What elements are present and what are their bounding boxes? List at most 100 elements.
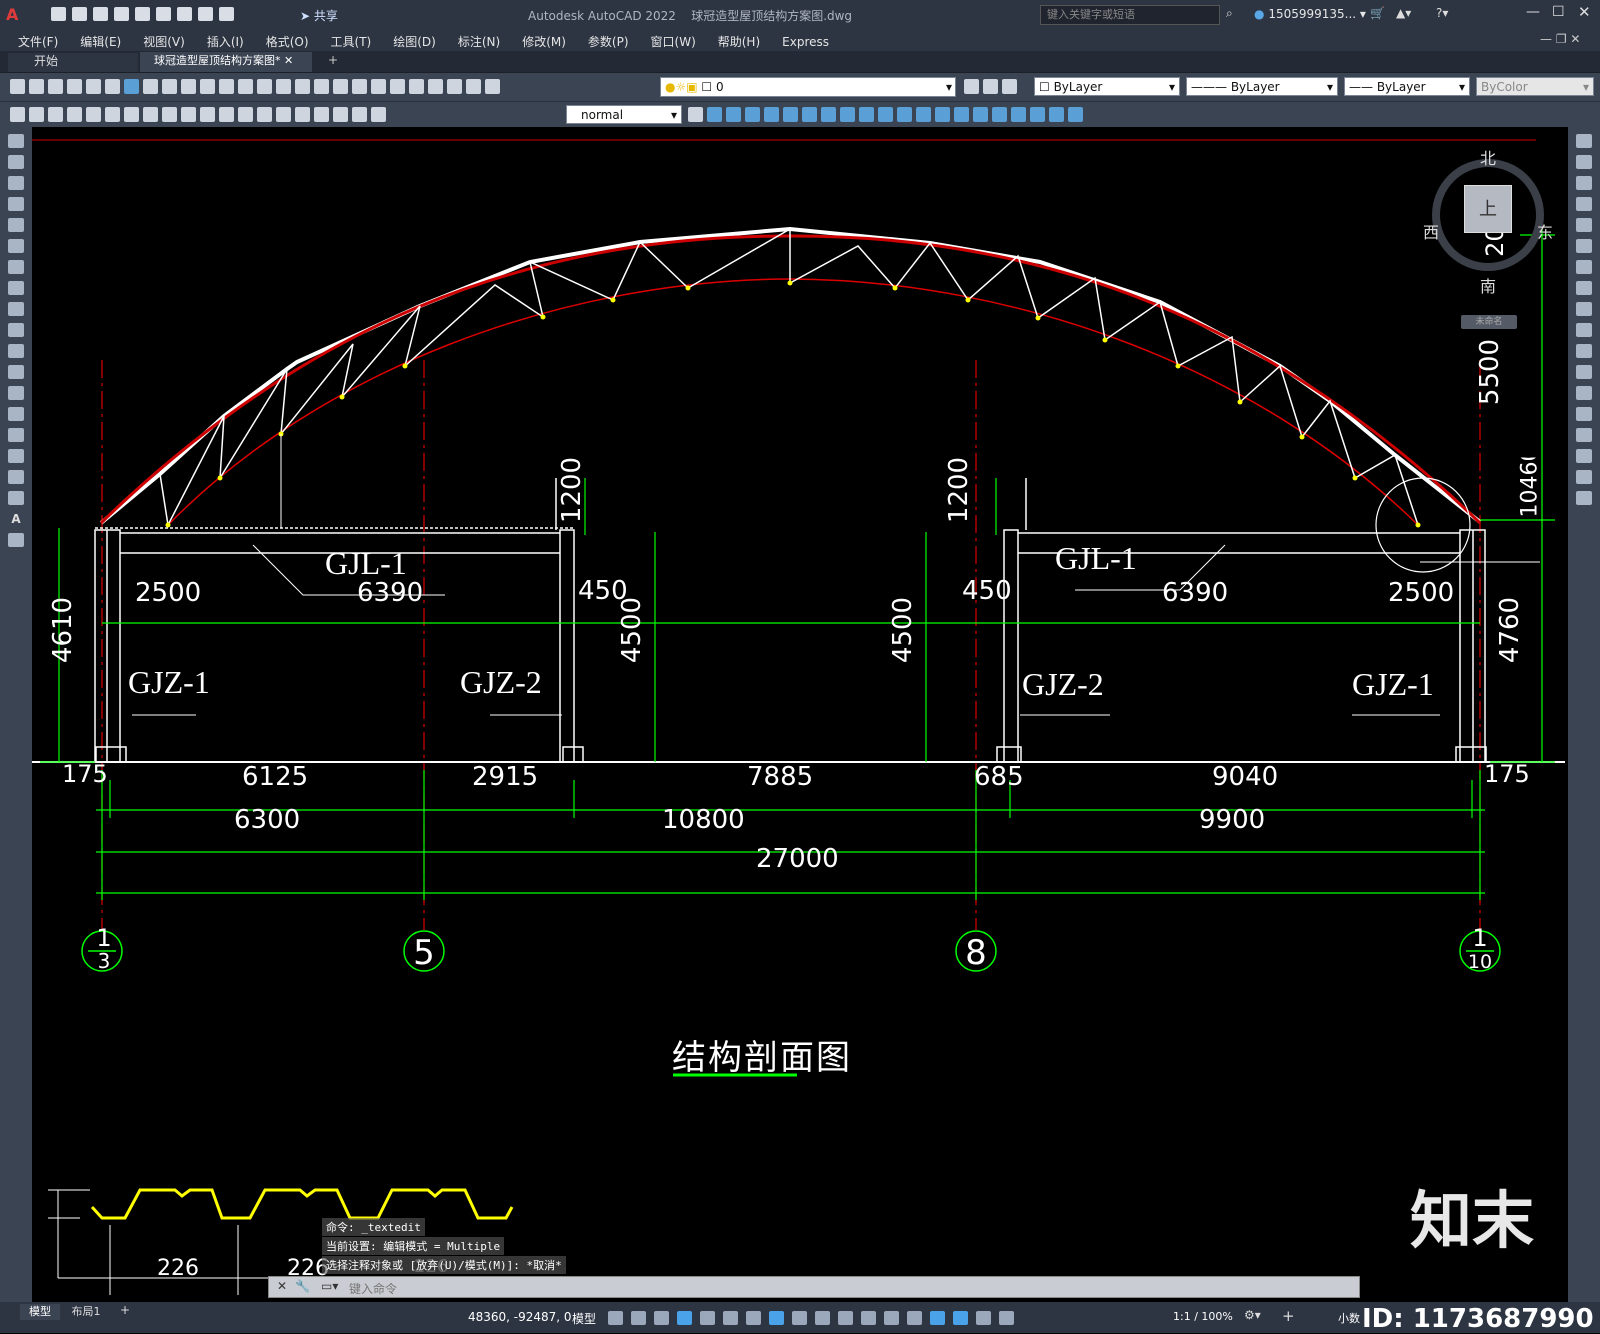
viewcube[interactable]: 上 北 南 西 东 未命名 bbox=[1423, 149, 1553, 329]
extend-icon[interactable] bbox=[1576, 344, 1592, 358]
menu-express[interactable]: Express bbox=[782, 35, 829, 49]
revolve-icon[interactable] bbox=[802, 107, 817, 122]
dim-jogged-icon[interactable] bbox=[105, 107, 120, 122]
render-icon[interactable] bbox=[954, 107, 969, 122]
break-icon[interactable] bbox=[1576, 386, 1592, 400]
redo-icon[interactable] bbox=[257, 79, 272, 94]
new-icon[interactable] bbox=[51, 7, 66, 21]
menu-edit[interactable]: 编辑(E) bbox=[80, 33, 121, 50]
auto-scale-icon[interactable] bbox=[976, 1310, 991, 1325]
doc-window-controls[interactable]: — ❐ ✕ bbox=[1540, 32, 1580, 46]
compass-north[interactable]: 北 bbox=[1480, 145, 1496, 169]
dim-style-icon[interactable] bbox=[688, 107, 703, 122]
compass-west[interactable]: 西 bbox=[1423, 219, 1439, 243]
fillet-icon[interactable] bbox=[1576, 449, 1592, 463]
inspect-icon[interactable] bbox=[295, 107, 310, 122]
menu-draw[interactable]: 绘图(D) bbox=[393, 33, 436, 50]
plotstyle-dropdown[interactable]: ByColor ▾ bbox=[1476, 77, 1594, 96]
3d-osnap-icon[interactable] bbox=[861, 1310, 876, 1325]
publish-icon[interactable] bbox=[156, 7, 171, 21]
solid-subtract-icon[interactable] bbox=[745, 107, 760, 122]
maximize-icon[interactable]: ☐ bbox=[1552, 4, 1565, 20]
drawing-canvas[interactable]: GJL-1 GJL-1 GJZ-1 GJZ-2 GJZ-2 GJZ-1 2500… bbox=[32, 130, 1568, 1302]
search-icon[interactable]: ⌕ bbox=[1226, 6, 1233, 21]
menu-format[interactable]: 格式(O) bbox=[266, 33, 309, 50]
orbit-icon[interactable] bbox=[1068, 107, 1083, 122]
autocad-logo-icon[interactable]: A bbox=[6, 5, 28, 25]
sweep-icon[interactable] bbox=[821, 107, 836, 122]
visual-style-icon[interactable] bbox=[935, 107, 950, 122]
move-icon[interactable] bbox=[1576, 239, 1592, 253]
walk-icon[interactable] bbox=[1030, 107, 1045, 122]
customize-icon[interactable]: 🔧 bbox=[295, 1279, 310, 1293]
compass-east[interactable]: 东 bbox=[1537, 219, 1553, 243]
cart-icon[interactable]: 🛒 bbox=[1370, 6, 1385, 20]
menu-modify[interactable]: 修改(M) bbox=[522, 33, 566, 50]
layer-dropdown[interactable]: ●☼▣ ☐ 0 ▾ bbox=[660, 77, 956, 97]
revcloud-icon[interactable] bbox=[8, 281, 24, 295]
isodraft-icon[interactable] bbox=[723, 1310, 738, 1325]
shell-icon[interactable] bbox=[916, 107, 931, 122]
region-icon[interactable] bbox=[8, 470, 24, 484]
tab-active-drawing[interactable]: 球冠造型屋顶结构方案图* ✕ bbox=[140, 52, 312, 72]
solid-intersect-icon[interactable] bbox=[764, 107, 779, 122]
materials-icon[interactable] bbox=[973, 107, 988, 122]
help-icon[interactable]: ?▾ bbox=[1436, 6, 1448, 20]
dim-baseline-icon[interactable] bbox=[181, 107, 196, 122]
slice-icon[interactable] bbox=[878, 107, 893, 122]
dim-update-icon[interactable] bbox=[371, 107, 386, 122]
lineweight-icon[interactable] bbox=[792, 1310, 807, 1325]
add-layout-button[interactable]: + bbox=[120, 1303, 130, 1317]
menu-window[interactable]: 窗口(W) bbox=[651, 33, 696, 50]
dim-arc-icon[interactable] bbox=[48, 107, 63, 122]
coordinates-readout[interactable]: 48360, -92487, 0 bbox=[468, 1310, 572, 1324]
annotation-monitor-icon[interactable]: + bbox=[1282, 1307, 1295, 1325]
zoom-previous-icon[interactable] bbox=[333, 79, 348, 94]
pan-icon[interactable] bbox=[276, 79, 291, 94]
polar-icon[interactable] bbox=[700, 1310, 715, 1325]
polygon-icon[interactable] bbox=[8, 197, 24, 211]
layer-state-icon[interactable] bbox=[1002, 79, 1017, 94]
redo-icon[interactable] bbox=[219, 7, 234, 21]
jogged-linear-icon[interactable] bbox=[314, 107, 329, 122]
infer-icon[interactable] bbox=[654, 1310, 669, 1325]
save-icon[interactable] bbox=[48, 79, 63, 94]
chamfer-icon[interactable] bbox=[1576, 428, 1592, 442]
extrude-icon[interactable] bbox=[783, 107, 798, 122]
block-editor-icon[interactable] bbox=[219, 79, 234, 94]
menu-insert[interactable]: 插入(I) bbox=[207, 33, 244, 50]
close-tab-icon[interactable]: ✕ bbox=[284, 54, 293, 67]
dim-text-edit-icon[interactable] bbox=[352, 107, 367, 122]
save-icon[interactable] bbox=[93, 7, 108, 21]
ellipse-arc-icon[interactable] bbox=[8, 344, 24, 358]
dim-break-icon[interactable] bbox=[238, 107, 253, 122]
mirror-icon[interactable] bbox=[1576, 176, 1592, 190]
section-icon[interactable] bbox=[897, 107, 912, 122]
saveas-icon[interactable] bbox=[114, 7, 129, 21]
dim-radius-icon[interactable] bbox=[86, 107, 101, 122]
construction-line-icon[interactable] bbox=[8, 155, 24, 169]
table-icon[interactable] bbox=[8, 491, 24, 505]
stretch-icon[interactable] bbox=[1576, 302, 1592, 316]
3d-dwf-icon[interactable] bbox=[124, 79, 139, 94]
menu-help[interactable]: 帮助(H) bbox=[718, 33, 760, 50]
tab-model[interactable]: 模型 bbox=[20, 1304, 60, 1320]
undo-icon[interactable] bbox=[238, 79, 253, 94]
command-line[interactable]: ✕ 🔧 ▭▾ 键入命令 bbox=[268, 1276, 1360, 1298]
plot-icon[interactable] bbox=[67, 79, 82, 94]
erase-icon[interactable] bbox=[1576, 134, 1592, 148]
copy-object-icon[interactable] bbox=[1576, 155, 1592, 169]
units-button[interactable]: 小数 bbox=[1338, 1310, 1360, 1326]
hatch-icon[interactable] bbox=[8, 428, 24, 442]
cut-icon[interactable] bbox=[143, 79, 158, 94]
plot-icon[interactable] bbox=[177, 7, 192, 21]
new-tab-button[interactable]: + bbox=[328, 53, 338, 67]
command-input[interactable]: 键入命令 bbox=[349, 1280, 397, 1297]
linetype-dropdown[interactable]: ——— ByLayer ▾ bbox=[1186, 77, 1338, 96]
text-style-dropdown[interactable]: normal ▾ bbox=[566, 105, 682, 124]
snap-icon[interactable] bbox=[631, 1310, 646, 1325]
solid-union-icon[interactable] bbox=[726, 107, 741, 122]
help-icon[interactable] bbox=[466, 79, 481, 94]
make-block-icon[interactable] bbox=[8, 386, 24, 400]
ellipse-icon[interactable] bbox=[8, 323, 24, 337]
